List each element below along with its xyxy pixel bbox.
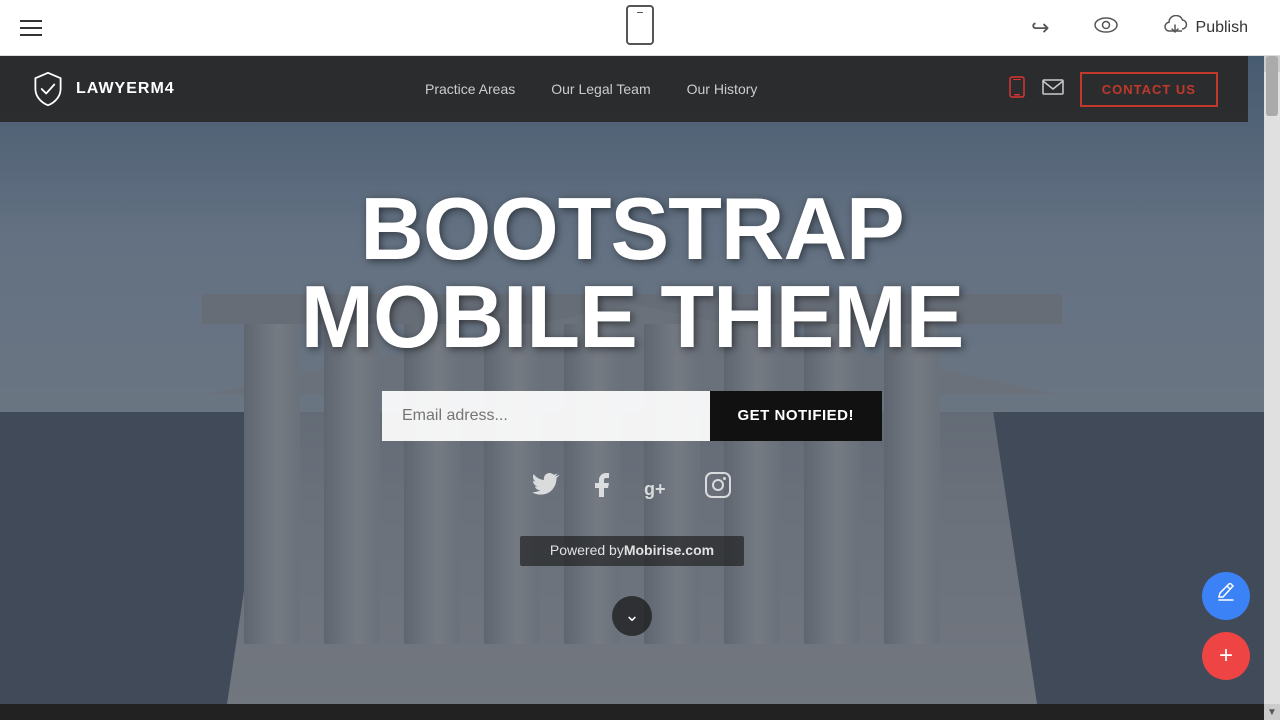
add-fab-button[interactable]: + [1202, 632, 1250, 680]
editor-bar-left [20, 20, 42, 36]
chevron-down-icon: ⌄ [624, 605, 639, 626]
edit-icon [1216, 583, 1236, 609]
cloud-upload-icon [1162, 15, 1188, 40]
nav-mail-icon[interactable] [1042, 79, 1064, 100]
instagram-icon[interactable] [704, 471, 732, 506]
svg-text:g+: g+ [644, 479, 666, 499]
twitter-icon[interactable] [532, 471, 560, 506]
site-nav: LAWYERM4 Practice Areas Our Legal Team O… [0, 56, 1248, 122]
site-wrapper: LAWYERM4 Practice Areas Our Legal Team O… [0, 56, 1280, 720]
social-icons: g+ [532, 471, 732, 506]
undo-button[interactable]: ↩ [1019, 9, 1061, 47]
eye-icon [1094, 17, 1118, 38]
shield-icon [30, 71, 66, 107]
phone-preview-icon[interactable] [626, 5, 654, 45]
facebook-icon[interactable] [588, 471, 616, 506]
site-logo: LAWYERM4 [30, 71, 175, 107]
contact-us-button[interactable]: CONTACT US [1080, 72, 1218, 107]
nav-link-practice-areas[interactable]: Practice Areas [425, 81, 515, 97]
scrollbar[interactable]: ▲ ▼ [1264, 56, 1280, 720]
publish-label: Publish [1196, 19, 1248, 37]
fab-container: + [1202, 572, 1250, 680]
hero-title: BOOTSTRAP MOBILE THEME [301, 185, 964, 361]
powered-text: Powered byMobirise.com [550, 542, 714, 558]
nav-links: Practice Areas Our Legal Team Our Histor… [425, 81, 757, 97]
email-input[interactable] [382, 391, 710, 441]
logo-text: LAWYERM4 [76, 80, 175, 98]
nav-link-history[interactable]: Our History [687, 81, 758, 97]
googleplus-icon[interactable]: g+ [644, 476, 676, 500]
editor-bar-center [626, 5, 654, 50]
plus-icon: + [1219, 642, 1233, 670]
editor-bar-right: ↩ Publish [1019, 9, 1260, 47]
scrollbar-thumb[interactable] [1266, 56, 1278, 116]
preview-button[interactable] [1082, 11, 1130, 44]
editor-bar: ↩ Publish [0, 0, 1280, 56]
publish-button[interactable]: Publish [1150, 9, 1260, 46]
notify-button[interactable]: GET NOTIFIED! [710, 391, 883, 441]
hamburger-icon[interactable] [20, 20, 42, 36]
powered-by-bar: Powered byMobirise.com [520, 536, 744, 566]
hero-section: LAWYERM4 Practice Areas Our Legal Team O… [0, 56, 1264, 704]
hero-content: BOOTSTRAP MOBILE THEME GET NOTIFIED! [301, 185, 964, 636]
scrollbar-down-button[interactable]: ▼ [1264, 704, 1280, 720]
edit-fab-button[interactable] [1202, 572, 1250, 620]
scroll-down-button[interactable]: ⌄ [612, 596, 652, 636]
undo-icon: ↩ [1031, 15, 1049, 41]
hero-form: GET NOTIFIED! [382, 391, 882, 441]
nav-actions: CONTACT US [1008, 72, 1218, 107]
nav-phone-icon[interactable] [1008, 76, 1026, 103]
nav-link-legal-team[interactable]: Our Legal Team [551, 81, 650, 97]
